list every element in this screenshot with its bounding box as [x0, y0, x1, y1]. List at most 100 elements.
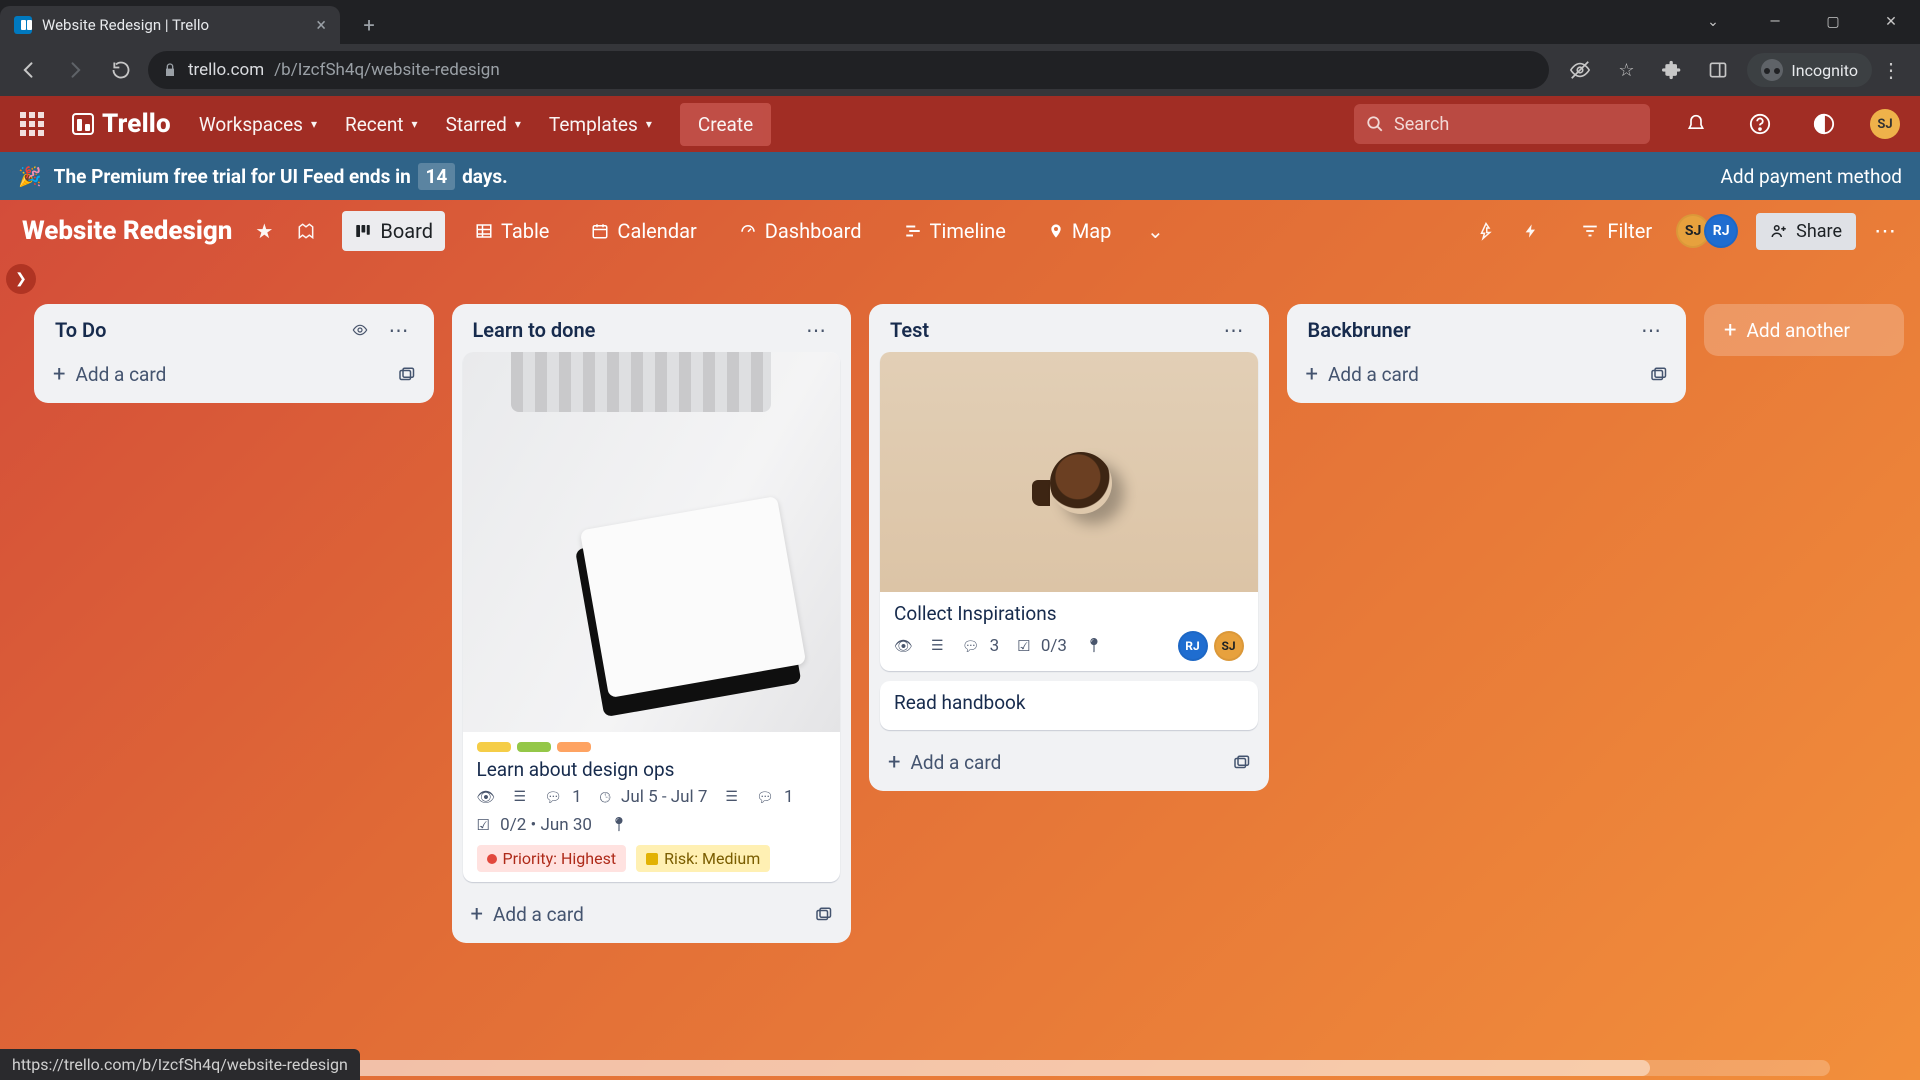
card[interactable]: Learn about design ops 1 Jul 5 - Jul 7 1…	[463, 352, 841, 882]
browser-tab-active[interactable]: Website Redesign | Trello ×	[0, 6, 340, 44]
board-canvas[interactable]: To Do⋯+Add a card Learn to done⋯Learn ab…	[24, 294, 1920, 1068]
label-chip[interactable]	[517, 742, 551, 752]
reload-button[interactable]	[102, 51, 140, 89]
starred-menu[interactable]: Starred▾	[446, 113, 521, 136]
card-template-button[interactable]	[814, 906, 832, 924]
list-menu-button[interactable]: ⋯	[1218, 318, 1252, 342]
list[interactable]: Test⋯ Collect Inspirations 3 0/3RJSJ Read …	[869, 304, 1269, 791]
add-payment-link[interactable]: Add payment method	[1720, 165, 1902, 188]
incognito-badge[interactable]: Incognito	[1747, 53, 1872, 87]
view-map[interactable]: Map	[1036, 211, 1124, 251]
add-card-button[interactable]: +Add a card	[41, 352, 427, 397]
board-menu-button[interactable]: ⋯	[1874, 219, 1898, 244]
add-list-button[interactable]: +Add another	[1704, 304, 1904, 356]
list-title[interactable]: Backbruner	[1308, 318, 1636, 342]
list-title[interactable]: To Do	[55, 318, 349, 342]
table-view-icon	[475, 222, 493, 240]
member-avatar[interactable]: SJ	[1214, 631, 1244, 661]
view-board[interactable]: Board	[342, 211, 445, 251]
address-bar[interactable]: trello.com/b/IzcfSh4q/website-redesign	[148, 51, 1549, 89]
star-board-button[interactable]: ★	[250, 219, 278, 243]
eye-blocked-icon[interactable]	[1557, 51, 1603, 89]
add-card-button[interactable]: +Add a card	[459, 892, 845, 937]
timeline-view-icon	[904, 222, 922, 240]
visibility-button[interactable]	[296, 221, 324, 241]
card-cover-image	[880, 352, 1258, 592]
list-menu-button[interactable]: ⋯	[800, 318, 834, 342]
card-badges-row2: 0/2 • Jun 30	[477, 815, 827, 835]
card-template-button[interactable]	[1232, 754, 1250, 772]
back-button[interactable]	[10, 51, 48, 89]
list-body: Collect Inspirations 3 0/3RJSJ Read handb…	[876, 348, 1262, 740]
add-card-button[interactable]: +Add a card	[876, 740, 1262, 785]
workspaces-menu[interactable]: Workspaces▾	[199, 113, 317, 136]
list[interactable]: To Do ⋯ +Add a card	[34, 304, 434, 403]
list-title[interactable]: Test	[890, 318, 1218, 342]
card[interactable]: Collect Inspirations 3 0/3RJSJ	[880, 352, 1258, 671]
browser-toolbar: trello.com/b/IzcfSh4q/website-redesign ☆…	[0, 44, 1920, 96]
member-avatar[interactable]: RJ	[1178, 631, 1208, 661]
watch-icon[interactable]	[349, 322, 383, 338]
view-calendar[interactable]: Calendar	[579, 211, 708, 251]
member-avatar[interactable]: RJ	[1704, 214, 1738, 248]
list[interactable]: Backbruner⋯ +Add a card	[1287, 304, 1687, 403]
add-card-button[interactable]: +Add a card	[1294, 352, 1680, 397]
close-tab-icon[interactable]: ×	[316, 15, 326, 36]
board-members[interactable]: SJ RJ	[1682, 214, 1738, 248]
share-label: Share	[1796, 221, 1842, 242]
more-views-button[interactable]: ⌄	[1141, 219, 1169, 243]
card[interactable]: Read handbook	[880, 681, 1258, 730]
card-template-button[interactable]	[1649, 366, 1667, 384]
card-template-button[interactable]	[397, 366, 415, 384]
list[interactable]: Learn to done⋯ Learn about design ops 1 J…	[452, 304, 852, 943]
expand-sidebar-button[interactable]: ❯	[6, 264, 36, 294]
label-chip[interactable]	[477, 742, 511, 752]
plus-icon: +	[1724, 318, 1736, 343]
plus-icon: +	[471, 902, 483, 927]
help-button[interactable]	[1742, 106, 1778, 142]
share-button[interactable]: Share	[1756, 213, 1856, 250]
new-tab-button[interactable]: +	[354, 10, 384, 40]
view-calendar-label: Calendar	[617, 219, 696, 243]
view-timeline[interactable]: Timeline	[892, 211, 1018, 251]
templates-menu[interactable]: Templates▾	[549, 113, 652, 136]
close-window-button[interactable]: ✕	[1862, 0, 1920, 44]
trello-logo[interactable]: Trello	[72, 109, 171, 139]
list-header: Backbruner⋯	[1294, 312, 1680, 348]
tab-search-icon[interactable]: ⌄	[1684, 0, 1742, 44]
power-ups-button[interactable]	[1477, 221, 1505, 241]
chevron-down-icon: ▾	[311, 117, 317, 131]
chevron-down-icon: ▾	[515, 117, 521, 131]
recent-menu[interactable]: Recent▾	[345, 113, 418, 136]
search-input[interactable]: Search	[1354, 104, 1650, 144]
board-title[interactable]: Website Redesign	[22, 216, 232, 246]
account-avatar[interactable]: SJ	[1870, 109, 1900, 139]
forward-button[interactable]	[56, 51, 94, 89]
minimize-button[interactable]: ―	[1746, 0, 1804, 44]
theme-button[interactable]	[1806, 106, 1842, 142]
watch-icon	[477, 788, 496, 806]
lock-icon	[162, 62, 178, 78]
templates-label: Templates	[549, 113, 638, 136]
notifications-button[interactable]	[1678, 106, 1714, 142]
view-dashboard[interactable]: Dashboard	[727, 211, 874, 251]
list-menu-button[interactable]: ⋯	[1635, 318, 1669, 342]
card-labels[interactable]	[477, 742, 827, 752]
automation-button[interactable]	[1523, 221, 1551, 241]
maximize-button[interactable]: ▢	[1804, 0, 1862, 44]
create-button[interactable]: Create	[680, 103, 771, 146]
card-title: Learn about design ops	[477, 758, 827, 781]
label-chip[interactable]	[557, 742, 591, 752]
app-switcher-button[interactable]	[20, 112, 44, 136]
location-icon	[1085, 638, 1103, 654]
extensions-icon[interactable]	[1649, 51, 1695, 89]
browser-menu-button[interactable]: ⋮	[1872, 58, 1910, 82]
list-menu-button[interactable]: ⋯	[383, 318, 417, 342]
sidepanel-icon[interactable]	[1695, 51, 1741, 89]
bookmark-star-icon[interactable]: ☆	[1603, 51, 1649, 89]
view-table[interactable]: Table	[463, 211, 561, 251]
card-members[interactable]: RJSJ	[1178, 631, 1244, 661]
list-title[interactable]: Learn to done	[473, 318, 801, 342]
trello-app: Trello Workspaces▾ Recent▾ Starred▾ Temp…	[0, 96, 1920, 1080]
filter-button[interactable]: Filter	[1569, 211, 1664, 251]
